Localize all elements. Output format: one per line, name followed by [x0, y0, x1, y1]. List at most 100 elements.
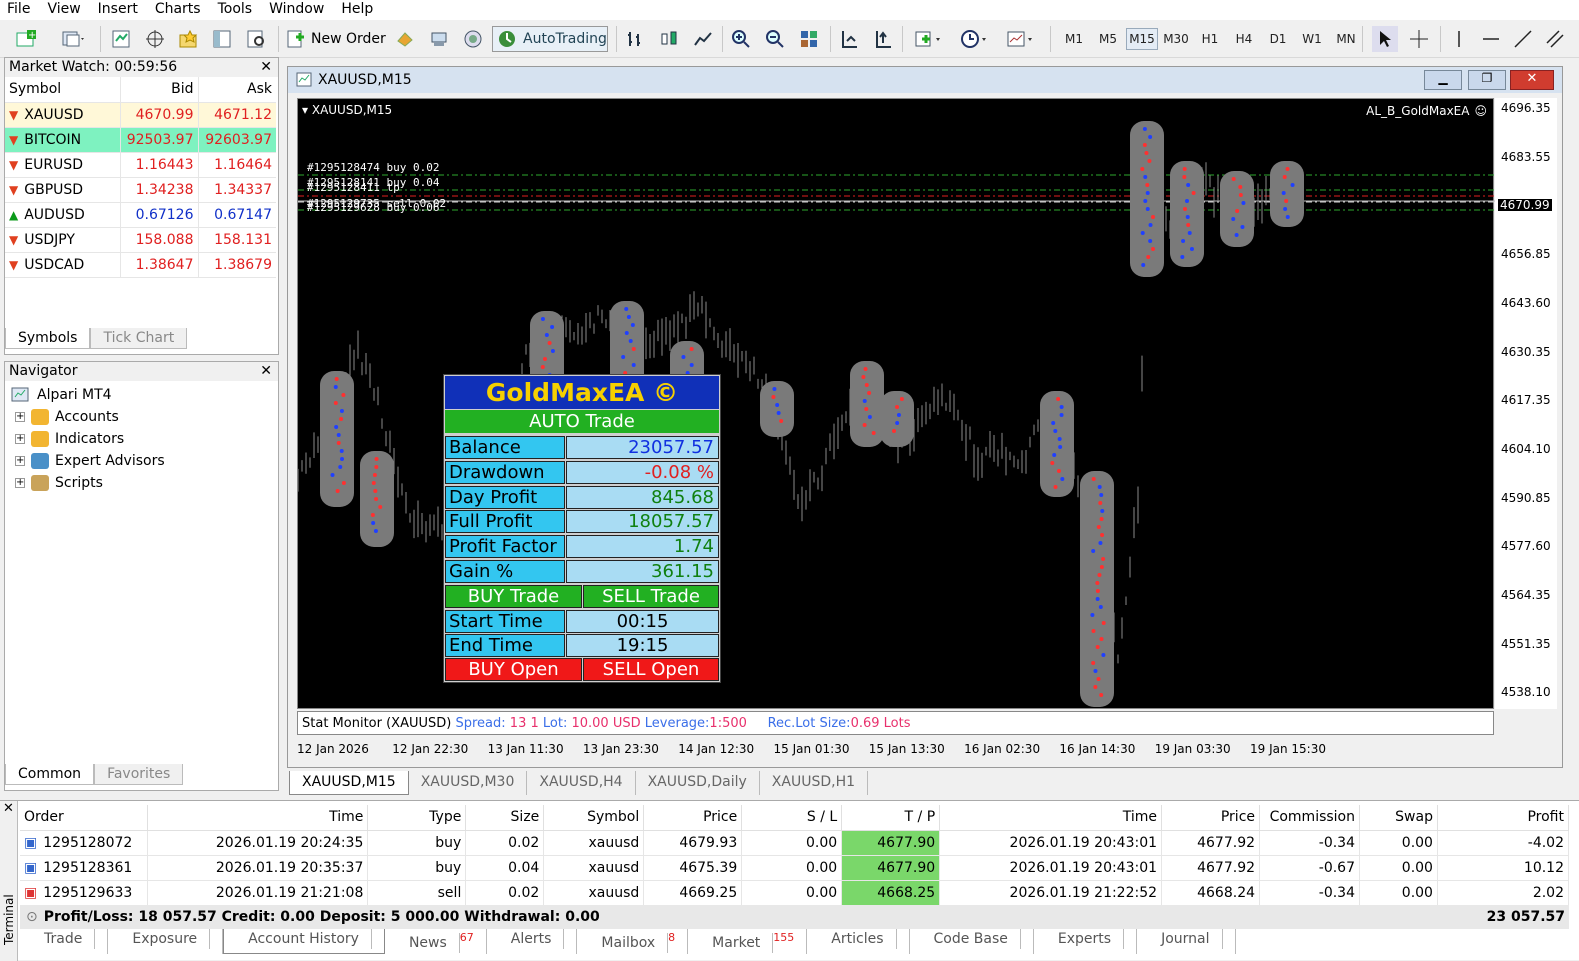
timeframe-m5[interactable]: M5 — [1092, 28, 1124, 50]
tab-symbols[interactable]: Symbols — [5, 328, 91, 349]
order-label[interactable]: #1295128411 tp — [307, 181, 400, 194]
market-icon[interactable] — [460, 26, 486, 52]
new-order-icon[interactable] — [284, 26, 306, 52]
timeframe-mn[interactable]: MN — [1330, 28, 1362, 50]
close-icon[interactable]: ✕ — [260, 362, 272, 380]
candlestick-icon[interactable] — [656, 26, 682, 52]
trendline-icon[interactable] — [1510, 26, 1536, 52]
table-row[interactable]: ▣ 1295128072 2026.01.19 20:24:35 buy 0.02 xau… — [20, 830, 1570, 856]
templates-icon[interactable] — [1000, 26, 1040, 52]
close-icon[interactable]: ✕ — [3, 801, 14, 816]
signals-icon[interactable] — [426, 26, 452, 52]
terminal-icon[interactable] — [209, 26, 235, 52]
timeframe-d1[interactable]: D1 — [1262, 28, 1294, 50]
col-symbol[interactable]: Symbol — [5, 77, 120, 103]
profiles-icon[interactable] — [54, 26, 92, 52]
timeframe-m30[interactable]: M30 — [1160, 28, 1192, 50]
terminal-tab-mailbox[interactable]: Mailbox 8 — [577, 929, 689, 954]
end-time-value[interactable]: 19:15 — [566, 634, 719, 657]
minimize-button[interactable]: ▁ — [1424, 70, 1462, 90]
order-label[interactable]: #1295128474 buy 0.02 — [307, 161, 439, 174]
nav-item-indicators[interactable]: + Indicators — [11, 428, 165, 450]
timeframe-m15[interactable]: M15 — [1126, 28, 1158, 50]
menu-insert[interactable]: Insert — [91, 0, 148, 20]
chart-tab[interactable]: XAUUSD,H4 — [527, 771, 636, 795]
terminal-tab-experts[interactable]: Experts — [1034, 929, 1138, 954]
chart-tab[interactable]: XAUUSD,Daily — [636, 771, 760, 795]
expand-icon[interactable]: + — [15, 456, 25, 466]
terminal-tab-exposure[interactable]: Exposure — [108, 929, 224, 954]
timeframe-m1[interactable]: M1 — [1058, 28, 1090, 50]
chart-tab[interactable]: XAUUSD,M30 — [409, 771, 528, 795]
menu-tools[interactable]: Tools — [211, 0, 263, 20]
terminal-tab-journal[interactable]: Journal — [1137, 929, 1236, 954]
market-watch-row[interactable]: ▲ AUDUSD 0.67126 0.67147 — [5, 202, 276, 228]
channel-icon[interactable] — [1542, 26, 1568, 52]
column-header[interactable]: Type — [367, 805, 467, 831]
sell-trade-button[interactable]: SELL Trade — [583, 585, 719, 608]
buy-trade-button[interactable]: BUY Trade — [445, 585, 582, 608]
table-row[interactable]: ▣ 1295129633 2026.01.19 21:21:08 sell 0.02 xa… — [20, 880, 1570, 906]
terminal-tab-account-history[interactable]: Account History — [223, 929, 385, 954]
col-ask[interactable]: Ask — [197, 77, 276, 103]
auto-scroll-icon[interactable] — [870, 26, 896, 52]
column-header[interactable]: Time — [939, 805, 1163, 831]
strategy-tester-icon[interactable] — [243, 26, 269, 52]
menu-view[interactable]: View — [40, 0, 90, 20]
vertical-line-icon[interactable] — [1446, 26, 1472, 52]
terminal-tab-market[interactable]: Market 155 — [688, 929, 808, 954]
zoom-out-icon[interactable] — [762, 26, 788, 52]
column-header[interactable]: Size — [465, 805, 545, 831]
market-watch-row[interactable]: ▼ USDCAD 1.38647 1.38679 — [5, 252, 276, 278]
cursor-icon[interactable] — [1372, 26, 1398, 52]
terminal-tab-code-base[interactable]: Code Base — [910, 929, 1034, 954]
terminal-tab-news[interactable]: News 67 — [385, 929, 487, 954]
indicators-list-icon[interactable] — [908, 26, 948, 52]
column-header[interactable]: Time — [147, 805, 369, 831]
ea-label[interactable]: AL_B_GoldMaxEA ☺ — [1366, 104, 1487, 118]
chart-shift-icon[interactable] — [836, 26, 862, 52]
column-header[interactable]: Commission — [1259, 805, 1360, 831]
tab-favorites[interactable]: Favorites — [94, 764, 184, 785]
zoom-in-icon[interactable] — [728, 26, 754, 52]
price-chart[interactable]: ▾ XAUUSD,M15 AL_B_GoldMaxEA ☺ #129512847… — [297, 98, 1495, 709]
chart-tab[interactable]: XAUUSD,H1 — [760, 771, 869, 795]
market-watch-row[interactable]: ▼ EURUSD 1.16443 1.16464 — [5, 152, 276, 178]
nav-item-expert-advisors[interactable]: + Expert Advisors — [11, 450, 165, 472]
timeframe-w1[interactable]: W1 — [1296, 28, 1328, 50]
restore-button[interactable]: ❐ — [1468, 70, 1506, 90]
terminal-tab-alerts[interactable]: Alerts — [487, 929, 578, 954]
data-window-icon[interactable] — [142, 26, 168, 52]
order-label[interactable]: #1295129628 buy 0.06 — [307, 201, 439, 214]
horizontal-line-icon[interactable] — [1478, 26, 1504, 52]
timeframe-h4[interactable]: H4 — [1228, 28, 1260, 50]
new-order-button[interactable]: New Order — [311, 26, 386, 52]
market-watch-row[interactable]: ▼ BITCOIN 92503.97 92603.97 — [5, 127, 276, 153]
timeframe-h1[interactable]: H1 — [1194, 28, 1226, 50]
column-header[interactable]: Symbol — [543, 805, 645, 831]
start-time-value[interactable]: 00:15 — [566, 610, 719, 633]
expand-icon[interactable]: + — [15, 478, 25, 488]
tab-tick-chart[interactable]: Tick Chart — [90, 328, 188, 349]
terminal-tab-articles[interactable]: Articles — [807, 929, 910, 954]
table-row[interactable]: ▣ 1295128361 2026.01.19 20:35:37 buy 0.04 xau… — [20, 855, 1570, 881]
navigator-icon[interactable] — [175, 26, 201, 52]
expand-icon[interactable]: + — [15, 412, 25, 422]
periods-icon[interactable] — [954, 26, 994, 52]
nav-root[interactable]: Alpari MT4 — [11, 384, 165, 406]
nav-item-accounts[interactable]: + Accounts — [11, 406, 165, 428]
column-header[interactable]: Profit — [1437, 805, 1570, 831]
close-window-button[interactable]: ✕ — [1510, 70, 1554, 90]
price-scale[interactable]: 4696.35 4683.55 4670.99 4656.85 4643.60 4630.… — [1495, 98, 1557, 709]
menu-file[interactable]: File — [0, 0, 40, 20]
tile-windows-icon[interactable] — [796, 26, 822, 52]
menu-help[interactable]: Help — [334, 0, 383, 20]
bar-chart-icon[interactable] — [622, 26, 648, 52]
autotrading-button[interactable]: AutoTrading — [492, 26, 608, 52]
col-bid[interactable]: Bid — [119, 77, 198, 103]
column-header[interactable]: Price — [1161, 805, 1261, 831]
new-chart-icon[interactable]: + — [8, 26, 44, 52]
market-watch-row[interactable]: ▼ USDJPY 158.088 158.131 — [5, 227, 276, 253]
column-header[interactable]: Order — [20, 805, 149, 831]
nav-item-scripts[interactable]: + Scripts — [11, 472, 165, 494]
